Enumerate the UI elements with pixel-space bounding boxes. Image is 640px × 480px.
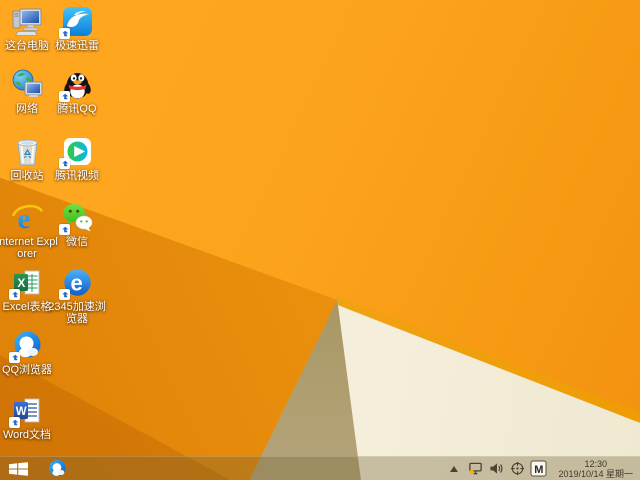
desktop-icon-label: 网络: [16, 103, 38, 115]
ie-icon: e: [11, 201, 44, 234]
network-icon: [11, 68, 44, 101]
taskbar-item-qq-browser[interactable]: [42, 457, 72, 480]
network-status-icon[interactable]: [467, 461, 483, 477]
desktop-icon-qq-browser[interactable]: QQ浏览器: [0, 329, 58, 376]
desktop-icon-label: Word文档: [2, 429, 52, 441]
clock-date: 2019/10/14 星期一: [558, 468, 633, 479]
volume-icon[interactable]: [488, 461, 504, 477]
desktop-icon-word[interactable]: W Word文档: [0, 394, 58, 441]
xunlei-icon: [58, 5, 94, 39]
start-button[interactable]: [0, 457, 36, 480]
desktop-icon-label: 2345加速浏览器: [48, 301, 106, 325]
tray-app-circle-icon[interactable]: [509, 461, 525, 477]
desktop: 这台电脑 极速迅雷 网络 腾讯QQ 回收站 腾讯视频 e Internet Ex…: [0, 0, 640, 480]
desktop-icon-label: 回收站: [10, 170, 44, 182]
this-pc-icon: [11, 5, 44, 38]
shortcut-arrow-icon: [58, 28, 70, 39]
taskbar: M 12:30 2019/10/14 星期一: [0, 456, 640, 480]
shortcut-arrow-icon: [8, 352, 20, 363]
shortcut-arrow-icon: [58, 158, 70, 169]
desktop-icon-2345-browser[interactable]: e 2345加速浏览器: [46, 266, 108, 325]
word-icon: W: [8, 394, 44, 428]
excel-icon: X: [8, 266, 44, 300]
clock-time: 12:30: [584, 458, 607, 469]
desktop-icon-label: 腾讯视频: [55, 170, 99, 182]
2345-browser-icon: e: [58, 266, 94, 300]
system-tray: M 12:30 2019/10/14 星期一: [446, 457, 640, 480]
tencent-video-icon: [58, 135, 94, 169]
shortcut-arrow-icon: [58, 224, 70, 235]
desktop-icon-label: QQ浏览器: [1, 364, 53, 376]
shortcut-arrow-icon: [58, 91, 70, 102]
windows-logo-icon: [8, 461, 28, 476]
desktop-icon-tencent-video[interactable]: 腾讯视频: [46, 135, 108, 182]
desktop-icon-wechat[interactable]: 微信: [46, 201, 108, 248]
taskbar-clock[interactable]: 12:30 2019/10/14 星期一: [552, 459, 640, 479]
desktop-icon-label: 这台电脑: [5, 40, 49, 52]
wechat-icon: [58, 201, 94, 235]
svg-text:e: e: [70, 271, 82, 296]
hidden-icons-chevron-icon[interactable]: [446, 461, 462, 477]
desktop-icon-label: Excel表格: [2, 301, 52, 313]
qq-browser-icon: [8, 329, 44, 363]
recycle-bin-icon: [11, 135, 44, 168]
qq-browser-taskbar-icon: [48, 459, 66, 477]
desktop-icon-xunlei-speed[interactable]: 极速迅雷: [46, 5, 108, 52]
svg-text:M: M: [535, 464, 544, 476]
desktop-icon-tencent-qq[interactable]: 腾讯QQ: [46, 68, 108, 115]
shortcut-arrow-icon: [8, 417, 20, 428]
shortcut-arrow-icon: [8, 289, 20, 300]
desktop-icon-label: 腾讯QQ: [57, 103, 97, 115]
desktop-icon-label: 微信: [66, 236, 88, 248]
ime-indicator[interactable]: M: [530, 460, 547, 477]
qq-penguin-icon: [58, 68, 94, 102]
shortcut-arrow-icon: [58, 289, 70, 300]
desktop-icon-label: 极速迅雷: [55, 40, 99, 52]
svg-text:X: X: [17, 276, 25, 290]
